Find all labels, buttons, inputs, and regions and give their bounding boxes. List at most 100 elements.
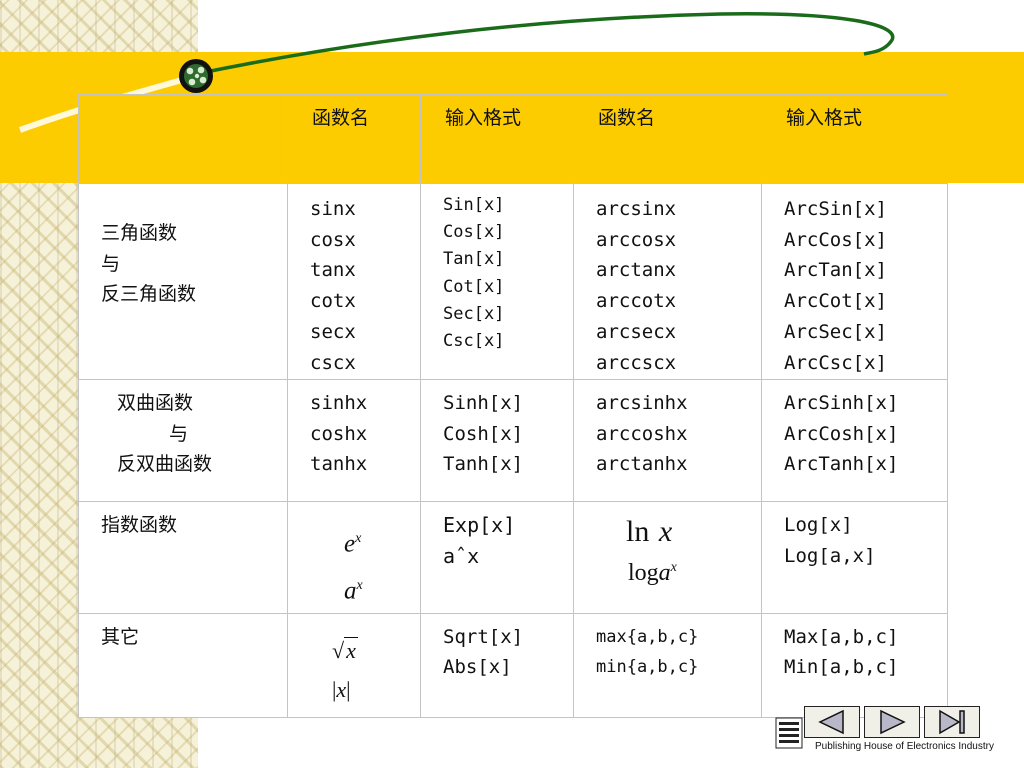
input-format: ArcTan[x]: [784, 259, 887, 282]
arctrig-names-cell: arcsinx arccosx arctanx arccotx arcsecx …: [573, 183, 762, 380]
input-format: Sec[x]: [443, 303, 505, 324]
input-format: ArcCos[x]: [784, 228, 887, 251]
input-format: Tan[x]: [443, 249, 505, 270]
exponential-names-cell: ex ax: [287, 501, 421, 614]
header-input-format-2: 输入格式: [761, 94, 948, 184]
input-format: Sinh[x]: [443, 392, 524, 414]
function-name: cscx: [310, 351, 356, 374]
function-name: cotx: [310, 290, 356, 313]
exponential-formats-cell: Exp[x] aˆx: [420, 501, 574, 614]
input-format: ArcSinh[x]: [784, 392, 899, 414]
function-name: coshx: [310, 422, 368, 445]
function-name: tanhx: [310, 453, 368, 476]
input-format: Cosh[x]: [443, 422, 524, 445]
function-name: arcsinx: [596, 198, 677, 220]
input-format: Abs[x]: [443, 656, 512, 679]
input-format: Cot[x]: [443, 276, 505, 297]
input-format: ArcCot[x]: [784, 290, 887, 313]
table-row-trig: 三角函数 与 反三角函数 sinx cosx tanx cotx secx cs…: [78, 183, 948, 380]
category-line: 反双曲函数: [117, 453, 213, 476]
math-e-power-x: ex: [344, 530, 362, 558]
function-name: tanx: [310, 259, 356, 282]
input-format: ArcSin[x]: [784, 198, 887, 220]
category-line: 其它: [101, 625, 140, 648]
function-name: arcsinhx: [596, 392, 688, 414]
input-format: Csc[x]: [443, 331, 505, 352]
log-formats-cell: Log[x] Log[a,x]: [761, 501, 948, 614]
input-format: Log[x]: [784, 514, 853, 536]
math-log-a-x: logax: [628, 560, 677, 586]
category-exponential: 指数函数: [78, 501, 288, 614]
archyperbolic-names-cell: arcsinhx arccoshx arctanhx: [573, 379, 762, 502]
input-format: Max[a,b,c]: [784, 625, 899, 648]
header-function-name-1: 函数名: [287, 94, 421, 184]
input-format: ArcSec[x]: [784, 320, 887, 343]
input-format: Sqrt[x]: [443, 625, 524, 648]
input-format: Log[a,x]: [784, 544, 876, 567]
function-name: secx: [310, 320, 356, 343]
table-row-exponential: 指数函数 ex ax Exp[x] aˆx ln x logax Log[x]: [78, 501, 948, 614]
function-name: arcsecx: [596, 320, 677, 343]
function-name: sinhx: [310, 392, 368, 414]
hyperbolic-names-cell: sinhx coshx tanhx: [287, 379, 421, 502]
prev-icon: [818, 709, 844, 735]
publisher-name: Publishing House of Electronics Industry: [815, 741, 994, 752]
trig-formats-cell: Sin[x] Cos[x] Tan[x] Cot[x] Sec[x] Csc[x…: [420, 183, 574, 380]
function-name: arccotx: [596, 290, 677, 313]
input-format: ArcCosh[x]: [784, 422, 899, 445]
other-formats-cell: Sqrt[x] Abs[x]: [420, 612, 574, 718]
table-row-other: 其它 √x |x| Sqrt[x] Abs[x] max{a,b,c} min{…: [78, 612, 948, 718]
sqrt-icon: √: [332, 637, 345, 663]
category-line: 与: [101, 252, 121, 275]
input-format: Exp[x]: [443, 513, 516, 537]
category-line: 双曲函数: [117, 392, 194, 414]
input-format: Sin[x]: [443, 195, 505, 215]
last-icon: [939, 709, 965, 735]
last-slide-button[interactable]: [924, 706, 980, 738]
log-names-cell: ln x logax: [573, 501, 762, 614]
function-name: arccoshx: [596, 422, 688, 445]
input-format: Cos[x]: [443, 222, 505, 243]
publisher-logo-icon: [775, 717, 803, 749]
header-empty-cell: [78, 94, 288, 184]
category-line: 指数函数: [101, 514, 178, 536]
input-format: ArcCsc[x]: [784, 351, 887, 374]
other-names-cell: √x |x|: [287, 612, 421, 718]
hyperbolic-formats-cell: Sinh[x] Cosh[x] Tanh[x]: [420, 379, 574, 502]
category-line: 三角函数: [101, 222, 178, 244]
header-input-format-1: 输入格式: [420, 94, 574, 184]
category-line: 反三角函数: [101, 283, 197, 306]
input-format: ArcTanh[x]: [784, 453, 899, 476]
next-icon: [880, 709, 906, 735]
math-sqrt-x: √x: [332, 636, 358, 663]
minmax-names-cell: max{a,b,c} min{a,b,c}: [573, 612, 762, 718]
function-name: arctanx: [596, 259, 677, 282]
trig-names-cell: sinx cosx tanx cotx secx cscx: [287, 183, 421, 380]
function-name: arccscx: [596, 351, 677, 374]
next-slide-button[interactable]: [864, 706, 920, 738]
input-format: Min[a,b,c]: [784, 656, 899, 679]
math-ln-x: ln x: [626, 515, 673, 548]
function-name: arctanhx: [596, 453, 688, 476]
input-format: Tanh[x]: [443, 453, 524, 476]
input-format: aˆx: [443, 543, 480, 568]
function-table: 函数名 输入格式 函数名 输入格式 三角函数 与 反三角函数 sinx cosx…: [78, 94, 948, 718]
math-abs-x: |x|: [332, 676, 351, 702]
table-header-row: 函数名 输入格式 函数名 输入格式: [78, 94, 948, 184]
prev-slide-button[interactable]: [804, 706, 860, 738]
slide-navigation: [804, 706, 984, 738]
function-name: max{a,b,c}: [596, 626, 699, 647]
function-name: cosx: [310, 228, 356, 251]
category-other: 其它: [78, 612, 288, 718]
function-name: sinx: [310, 198, 356, 220]
category-trig: 三角函数 与 反三角函数: [78, 183, 288, 380]
category-line: 与: [169, 422, 189, 445]
arctrig-formats-cell: ArcSin[x] ArcCos[x] ArcTan[x] ArcCot[x] …: [761, 183, 948, 380]
header-function-name-2: 函数名: [573, 94, 762, 184]
archyperbolic-formats-cell: ArcSinh[x] ArcCosh[x] ArcTanh[x]: [761, 379, 948, 502]
function-name: min{a,b,c}: [596, 657, 699, 678]
category-hyperbolic: 双曲函数 与 反双曲函数: [78, 379, 288, 502]
function-name: arccosx: [596, 228, 677, 251]
table-row-hyperbolic: 双曲函数 与 反双曲函数 sinhx coshx tanhx Sinh[x] C…: [78, 379, 948, 502]
minmax-formats-cell: Max[a,b,c] Min[a,b,c]: [761, 612, 948, 718]
